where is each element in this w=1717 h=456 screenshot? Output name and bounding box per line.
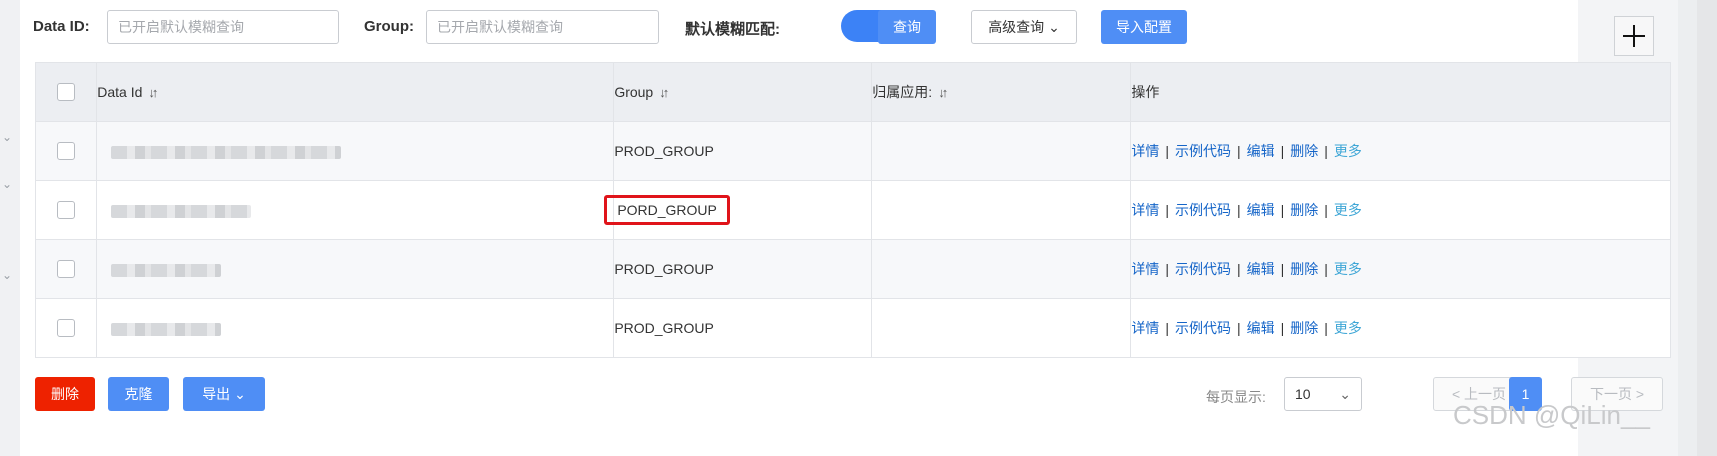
table-row: PORD_GROUP 详情 | 示例代码 | 编辑 | 删除 | 更多: [34, 180, 1671, 240]
actions-cell: 详情 | 示例代码 | 编辑 | 删除 | 更多: [1130, 298, 1671, 358]
clone-button[interactable]: 克隆: [108, 377, 169, 411]
app-cell: [871, 180, 1132, 240]
group-cell: PORD_GROUP: [604, 180, 873, 240]
chevron-down-icon: ⌄: [1048, 19, 1060, 35]
detail-link[interactable]: 详情: [1131, 202, 1159, 218]
column-label: 操作: [1131, 84, 1160, 100]
sample-code-link[interactable]: 示例代码: [1175, 143, 1231, 159]
delete-link[interactable]: 删除: [1290, 261, 1318, 277]
export-button[interactable]: 导出 ⌄: [183, 377, 265, 411]
config-table: Data Id ↓↑ Group ↓↑ 归属应用: ↓↑ 操作 PROD_GROUP …: [34, 62, 1671, 358]
group-cell: PROD_GROUP: [613, 298, 873, 358]
data-id-cell: [96, 180, 615, 240]
advanced-query-label: 高级查询: [988, 19, 1045, 35]
detail-link[interactable]: 详情: [1131, 143, 1159, 159]
delete-link[interactable]: 删除: [1290, 143, 1318, 159]
table-header-row: Data Id ↓↑ Group ↓↑ 归属应用: ↓↑ 操作: [34, 62, 1671, 122]
column-label: 归属应用:: [872, 84, 933, 100]
actions-cell: 详情 | 示例代码 | 编辑 | 删除 | 更多: [1130, 180, 1671, 240]
table-row: PROD_GROUP 详情 | 示例代码 | 编辑 | 删除 | 更多: [34, 298, 1671, 358]
import-config-button[interactable]: 导入配置: [1101, 10, 1187, 44]
sort-icon[interactable]: ↓↑: [148, 85, 158, 100]
more-link[interactable]: 更多: [1334, 261, 1362, 277]
redacted-data-id: [111, 263, 222, 277]
group-value: PROD_GROUP: [614, 143, 714, 159]
highlight-box: PORD_GROUP: [604, 195, 730, 225]
sort-icon[interactable]: ↓↑: [659, 85, 669, 100]
fuzzy-match-label: 默认模糊匹配:: [685, 21, 780, 38]
data-id-cell: [96, 239, 615, 299]
watermark: CSDN @QiLin__: [1453, 400, 1650, 430]
per-page-value: 10: [1295, 386, 1311, 402]
more-link[interactable]: 更多: [1334, 143, 1362, 159]
more-link[interactable]: 更多: [1334, 202, 1362, 218]
column-label: Group: [614, 84, 654, 100]
advanced-query-button[interactable]: 高级查询 ⌄: [971, 10, 1077, 44]
group-label: Group:: [364, 18, 414, 35]
detail-link[interactable]: 详情: [1131, 320, 1159, 336]
redacted-data-id: [111, 204, 252, 218]
left-sidebar: ⌄ ⌄ ⌄: [0, 0, 20, 456]
group-input[interactable]: [426, 10, 659, 44]
more-link[interactable]: 更多: [1334, 320, 1362, 336]
table-row: PROD_GROUP 详情 | 示例代码 | 编辑 | 删除 | 更多: [34, 239, 1671, 299]
sort-icon[interactable]: ↓↑: [938, 85, 948, 100]
header-group[interactable]: Group ↓↑: [613, 62, 873, 122]
select-all-checkbox[interactable]: [57, 83, 75, 102]
delete-link[interactable]: 删除: [1290, 202, 1318, 218]
header-data-id[interactable]: Data Id ↓↑: [96, 62, 615, 122]
column-label: Data Id: [97, 84, 143, 100]
scrollbar[interactable]: [1697, 0, 1717, 456]
export-label: 导出: [202, 386, 231, 402]
row-checkbox-cell: [34, 180, 98, 240]
group-value: PROD_GROUP: [614, 261, 714, 277]
row-checkbox-cell: [34, 121, 98, 181]
edit-link[interactable]: 编辑: [1247, 320, 1275, 336]
chevron-down-icon: ⌄: [234, 386, 246, 402]
actions-cell: 详情 | 示例代码 | 编辑 | 删除 | 更多: [1130, 121, 1671, 181]
delete-link[interactable]: 删除: [1290, 320, 1318, 336]
chevron-down-icon[interactable]: ⌄: [2, 268, 12, 282]
row-checkbox[interactable]: [57, 260, 75, 279]
row-checkbox[interactable]: [57, 319, 75, 338]
actions-cell: 详情 | 示例代码 | 编辑 | 删除 | 更多: [1130, 239, 1671, 299]
app-cell: [871, 121, 1132, 181]
data-id-cell: [96, 121, 615, 181]
chevron-down-icon[interactable]: ⌄: [2, 130, 12, 144]
redacted-data-id: [111, 322, 222, 336]
group-cell: PROD_GROUP: [613, 121, 873, 181]
chevron-down-icon[interactable]: ⌄: [2, 177, 12, 191]
detail-link[interactable]: 详情: [1131, 261, 1159, 277]
header-checkbox-cell: [34, 62, 98, 122]
row-checkbox-cell: [34, 239, 98, 299]
row-checkbox-cell: [34, 298, 98, 358]
group-value: PROD_GROUP: [614, 320, 714, 336]
row-checkbox[interactable]: [57, 201, 75, 220]
group-cell: PROD_GROUP: [613, 239, 873, 299]
table-row: PROD_GROUP 详情 | 示例代码 | 编辑 | 删除 | 更多: [34, 121, 1671, 181]
add-icon[interactable]: [1614, 16, 1654, 56]
row-checkbox[interactable]: [57, 142, 75, 161]
sample-code-link[interactable]: 示例代码: [1175, 261, 1231, 277]
data-id-cell: [96, 298, 615, 358]
data-id-label: Data ID:: [33, 18, 90, 35]
app-cell: [871, 239, 1132, 299]
app-cell: [871, 298, 1132, 358]
edit-link[interactable]: 编辑: [1247, 261, 1275, 277]
sample-code-link[interactable]: 示例代码: [1175, 320, 1231, 336]
group-value: PORD_GROUP: [617, 202, 717, 218]
header-app[interactable]: 归属应用: ↓↑: [871, 62, 1132, 122]
sample-code-link[interactable]: 示例代码: [1175, 202, 1231, 218]
header-actions: 操作: [1130, 62, 1671, 122]
query-button[interactable]: 查询: [878, 10, 936, 44]
redacted-data-id: [111, 145, 342, 159]
edit-link[interactable]: 编辑: [1247, 202, 1275, 218]
per-page-select[interactable]: 10 ⌄: [1284, 377, 1362, 411]
bulk-delete-button[interactable]: 删除: [35, 377, 95, 411]
per-page-label: 每页显示:: [1206, 389, 1266, 405]
chevron-down-icon: ⌄: [1339, 386, 1351, 402]
data-id-input[interactable]: [107, 10, 339, 44]
edit-link[interactable]: 编辑: [1247, 143, 1275, 159]
